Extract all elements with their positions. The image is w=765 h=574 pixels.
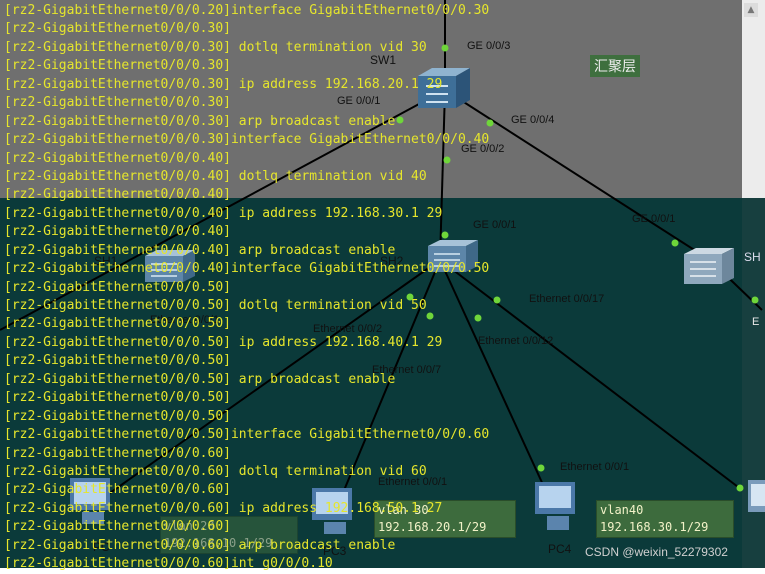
- terminal-line: [rz2-GigabitEthernet0/0/0.50]interface G…: [4, 427, 490, 443]
- pc-icon: [748, 480, 765, 512]
- terminal-line: [rz2-GigabitEthernet0/0/0.30]: [4, 58, 231, 74]
- terminal-line: [rz2-GigabitEthernet0/0/0.30]: [4, 95, 231, 111]
- terminal-line: [rz2-GigabitEthernet0/0/0.50]: [4, 316, 231, 332]
- terminal-line: [rz2-GigabitEthernet0/0/0.40] dotlq term…: [4, 168, 427, 184]
- terminal-line: [rz2-GigabitEthernet0/0/0.40]: [4, 150, 231, 166]
- port-dot: [751, 296, 759, 304]
- terminal-line: [rz2-GigabitEthernet0/0/0.30] dotlq term…: [4, 39, 427, 55]
- terminal-line: [rz2-GigabitEthernet0/0/0.40] arp broadc…: [4, 242, 396, 258]
- terminal-line: [rz2-GigabitEthernet0/0/0.30] ip address…: [4, 76, 443, 92]
- terminal-line: [rz2-GigabitEthernet0/0/0.60] ip address…: [4, 500, 443, 516]
- terminal-line: [rz2-GigabitEthernet0/0/0.60] dotlq term…: [4, 463, 427, 479]
- terminal-line: [rz2-GigabitEthernet0/0/0.50]: [4, 390, 231, 406]
- terminal-line: [rz2-GigabitEthernet0/0/0.40]: [4, 187, 231, 203]
- terminal-line: [rz2-GigabitEthernet0/0/0.30]: [4, 21, 231, 37]
- terminal-line: [rz2-GigabitEthernet0/0/0.50]: [4, 279, 231, 295]
- terminal-line: [rz2-GigabitEthernet0/0/0.50] ip address…: [4, 334, 443, 350]
- terminal-line: [rz2-GigabitEthernet0/0/0.40] ip address…: [4, 205, 443, 221]
- port-label: E: [752, 316, 760, 328]
- terminal-line: [rz2-GigabitEthernet0/0/0.20]interface G…: [4, 3, 490, 18]
- terminal-line: [rz2-GigabitEthernet0/0/0.60]: [4, 482, 231, 498]
- watermark: CSDN @weixin_52279302: [585, 545, 728, 559]
- terminal-line: [rz2-GigabitEthernet0/0/0.50]: [4, 353, 231, 369]
- terminal-line: [rz2-GigabitEthernet0/0/0.30] arp broadc…: [4, 113, 396, 129]
- device-label-sh3: SH: [744, 250, 761, 264]
- terminal-line: [rz2-GigabitEthernet0/0/0.50] dotlq term…: [4, 298, 427, 313]
- terminal-line: [rz2-GigabitEthernet0/0/0.40]interface G…: [4, 261, 490, 277]
- terminal-line: [rz2-GigabitEthernet0/0/0.60]: [4, 519, 231, 535]
- terminal-line: [rz2-GigabitEthernet0/0/0.50]: [4, 408, 231, 424]
- terminal-line: [rz2-GigabitEthernet0/0/0.50] arp broadc…: [4, 371, 396, 387]
- terminal-line: [rz2-GigabitEthernet0/0/0.30]interface G…: [4, 132, 490, 148]
- terminal-line: [rz2-GigabitEthernet0/0/0.60]: [4, 445, 231, 461]
- terminal-line: [rz2-GigabitEthernet0/0/0.40]: [4, 224, 231, 240]
- terminal-output[interactable]: [rz2-GigabitEthernet0/0/0.20]interface G…: [4, 2, 744, 574]
